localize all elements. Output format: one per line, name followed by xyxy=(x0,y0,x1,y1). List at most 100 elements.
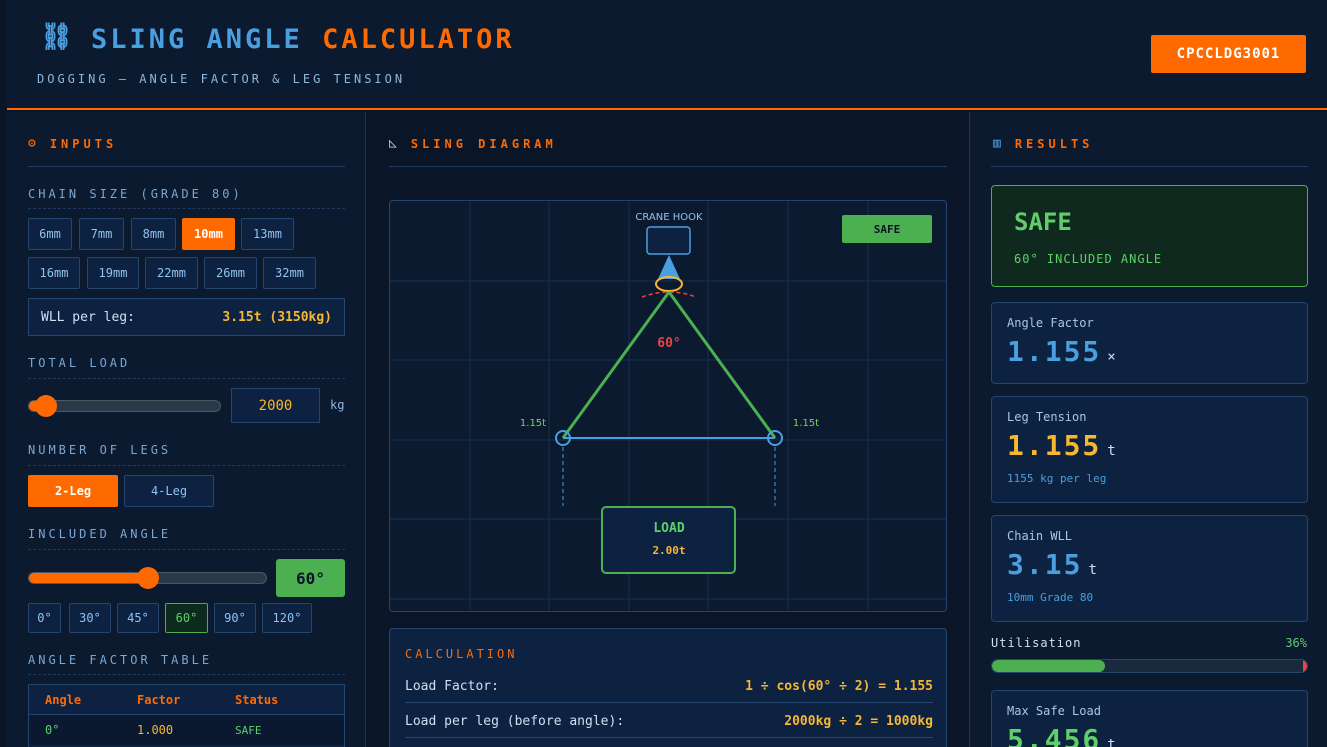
gear-icon: ⚙ xyxy=(28,136,36,151)
legs-label: NUMBER OF LEGS xyxy=(28,443,172,457)
chain-size-label: CHAIN SIZE (GRADE 80) xyxy=(28,187,243,201)
calculation-row: Load Factor: 1 ÷ cos(60° ÷ 2) = 1.155 xyxy=(405,679,933,703)
utilisation-bar xyxy=(991,659,1308,673)
column-header-angle: Angle xyxy=(45,692,82,707)
chain-size-button-selected[interactable]: 10mm xyxy=(182,218,235,250)
divider xyxy=(389,166,947,167)
leg-tension-card: Leg Tension 1.155 t 1155 kg per leg xyxy=(991,396,1308,503)
chain-size-button[interactable]: 13mm xyxy=(241,218,294,250)
diagram-panel: ◺ SLING DIAGRAM CRANE HOOK 60° 1.15t 1.1… xyxy=(367,112,969,747)
chain-size-button[interactable]: 7mm xyxy=(79,218,124,250)
chain-size-button[interactable]: 6mm xyxy=(28,218,72,250)
calculation-row: Load per leg (before angle): 2000kg ÷ 2 … xyxy=(405,714,933,738)
calc-value: 2000kg ÷ 2 = 1000kg xyxy=(784,714,933,729)
angle-slider-fill xyxy=(29,573,148,583)
chain-wll-card: Chain WLL 3.15 t 10mm Grade 80 xyxy=(991,515,1308,622)
page-subtitle: DOGGING — ANGLE FACTOR & LEG TENSION xyxy=(37,72,406,86)
chain-icon: ⛓ xyxy=(40,22,74,52)
chain-wll-value: 3.15 t xyxy=(1007,548,1097,581)
load-value: 2.00t xyxy=(652,544,685,557)
angle-value-label: 60° xyxy=(657,336,680,351)
divider xyxy=(28,465,345,466)
chain-size-button[interactable]: 22mm xyxy=(145,257,198,289)
load-title: LOAD xyxy=(653,521,684,536)
inputs-section-title: ⚙ INPUTS xyxy=(28,136,118,151)
status-note: 60° INCLUDED ANGLE xyxy=(1014,252,1163,266)
chain-wll-label: Chain WLL xyxy=(1007,529,1073,543)
angle-slider-thumb[interactable] xyxy=(136,567,159,589)
calc-label: Load Factor: xyxy=(405,679,499,694)
page-title: SLING ANGLE CALCULATOR xyxy=(91,24,515,55)
hook-icon xyxy=(658,255,680,279)
table-cell: 0° xyxy=(45,723,60,737)
bar-chart-icon: ▥ xyxy=(993,136,1001,151)
utilisation-percent: 36% xyxy=(1285,636,1307,650)
wll-label: WLL per leg: xyxy=(41,309,135,325)
angle-slider[interactable] xyxy=(28,567,267,589)
angle-preset-button[interactable]: 90° xyxy=(214,603,256,633)
chain-wll-note: 10mm Grade 80 xyxy=(1007,591,1094,604)
sling-diagram-svg: CRANE HOOK 60° 1.15t 1.15t LOAD 2.00t SA… xyxy=(390,201,946,611)
load-box xyxy=(601,506,736,574)
angle-factor-value: 1.155 × xyxy=(1007,335,1116,368)
utilisation-bar-fill xyxy=(992,660,1106,672)
utilisation-bar-limit xyxy=(1303,660,1307,672)
sling-diagram: CRANE HOOK 60° 1.15t 1.15t LOAD 2.00t SA… xyxy=(389,200,947,612)
chain-size-button[interactable]: 19mm xyxy=(87,257,139,289)
angle-factor-card: Angle Factor 1.155 × xyxy=(991,302,1308,384)
utilisation-label: Utilisation xyxy=(991,636,1082,650)
results-section-title: ▥ RESULTS xyxy=(993,136,1094,151)
legs-4-button[interactable]: 4-Leg xyxy=(124,475,214,507)
calc-value: 1 ÷ cos(60° ÷ 2) = 1.155 xyxy=(745,679,933,694)
hook-ring xyxy=(655,276,683,292)
max-safe-load-value: 5.456 t xyxy=(1007,723,1116,747)
status-text: SAFE xyxy=(1014,208,1072,236)
included-angle-label: INCLUDED ANGLE xyxy=(28,527,172,541)
app-header: ⛓ SLING ANGLE CALCULATOR DOGGING — ANGLE… xyxy=(7,0,1327,110)
chain-size-button[interactable]: 26mm xyxy=(204,257,257,289)
leg-tension-label: Leg Tension xyxy=(1007,410,1087,424)
load-unit: kg xyxy=(330,398,345,412)
divider xyxy=(28,208,345,209)
divider xyxy=(991,166,1308,167)
table-cell: SAFE xyxy=(235,723,262,737)
status-badge-text: SAFE xyxy=(874,223,901,236)
angle-factor-table-label: ANGLE FACTOR TABLE xyxy=(28,653,213,667)
sling-leg-right xyxy=(667,291,777,439)
load-slider[interactable] xyxy=(28,395,221,417)
leg-tension-left: 1.15t xyxy=(520,418,546,429)
results-panel: ▥ RESULTS SAFE 60° INCLUDED ANGLE Angle … xyxy=(969,112,1327,747)
wll-value: 3.15t (3150kg) xyxy=(222,309,332,325)
column-header-factor: Factor xyxy=(137,692,181,707)
chain-size-button[interactable]: 32mm xyxy=(263,257,316,289)
inputs-panel: ⚙ INPUTS CHAIN SIZE (GRADE 80) 6mm 7mm 8… xyxy=(7,112,366,747)
angle-factor-table: Angle Factor Status 0° 1.000 SAFE xyxy=(28,684,345,747)
leg-tension-right: 1.15t xyxy=(793,418,819,429)
chain-size-button[interactable]: 16mm xyxy=(28,257,80,289)
table-header: Angle Factor Status xyxy=(29,685,344,715)
divider xyxy=(28,166,345,167)
hook-label: CRANE HOOK xyxy=(635,212,703,223)
angle-preset-button[interactable]: 45° xyxy=(117,603,159,633)
table-cell: 1.000 xyxy=(137,723,174,737)
calculation-title: CALCULATION xyxy=(405,647,518,661)
angle-preset-button-selected[interactable]: 60° xyxy=(165,603,208,633)
divider xyxy=(28,674,345,675)
diagram-section-title: ◺ SLING DIAGRAM xyxy=(389,136,557,151)
angle-preset-button[interactable]: 120° xyxy=(262,603,312,633)
leg-tension-note: 1155 kg per leg xyxy=(1007,472,1107,485)
status-card: SAFE 60° INCLUDED ANGLE xyxy=(991,185,1308,287)
column-header-status: Status xyxy=(235,692,279,707)
angle-preset-button[interactable]: 0° xyxy=(28,603,61,633)
crane-hook-block xyxy=(646,226,691,255)
max-safe-load-card: Max Safe Load 5.456 t xyxy=(991,690,1308,747)
calc-label: Load per leg (before angle): xyxy=(405,714,625,729)
load-slider-thumb[interactable] xyxy=(35,395,58,417)
table-row: 0° 1.000 SAFE xyxy=(29,715,344,745)
angle-preset-button[interactable]: 30° xyxy=(69,603,111,633)
load-input[interactable]: 2000 xyxy=(231,388,320,423)
legs-2-button[interactable]: 2-Leg xyxy=(28,475,118,507)
divider xyxy=(28,549,345,550)
max-safe-load-label: Max Safe Load xyxy=(1007,704,1101,718)
chain-size-button[interactable]: 8mm xyxy=(131,218,176,250)
